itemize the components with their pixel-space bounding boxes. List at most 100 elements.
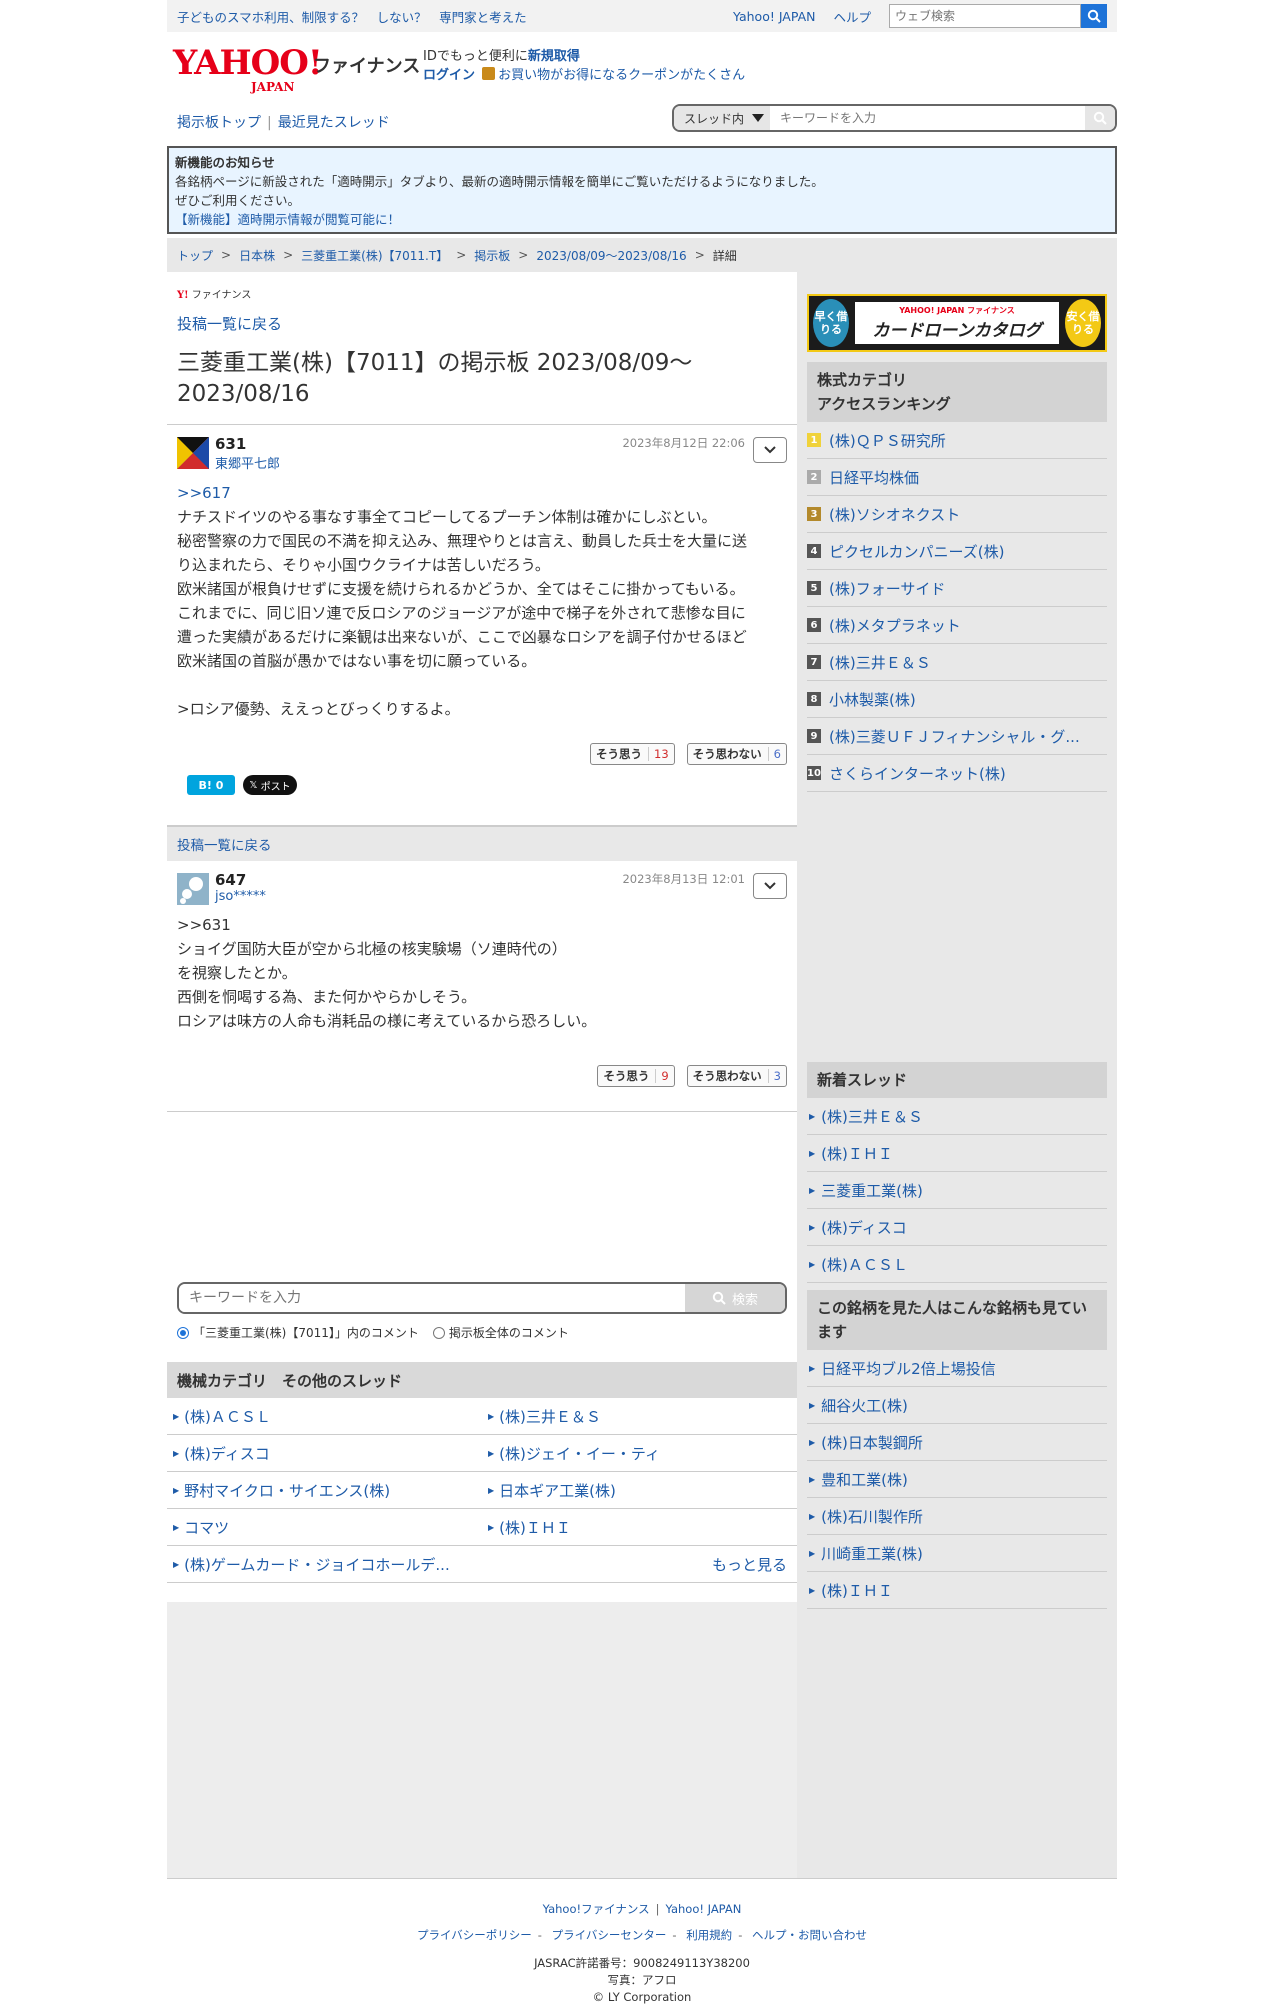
web-search (889, 4, 1107, 28)
also-viewed-link[interactable]: ▶ (株)ＩＨＩ (807, 1572, 1107, 1609)
new-thread-link[interactable]: ▶ 三菱重工業(株) (807, 1172, 1107, 1209)
x-post-button[interactable]: 𝕏 ポスト (243, 775, 297, 795)
web-search-button[interactable] (1081, 4, 1107, 28)
ranking-item-3[interactable]: 3 (株)ソシオネクスト (807, 496, 1107, 533)
crumb-period[interactable]: 2023/08/09〜2023/08/16 (536, 247, 686, 264)
ranking-item-7[interactable]: 7 (株)三井Ｅ＆Ｓ (807, 644, 1107, 681)
thread-link[interactable]: ▶ (株)三井Ｅ＆Ｓ (482, 1398, 797, 1435)
post-user[interactable]: jso***** (215, 889, 266, 904)
reaction-buttons: そう思う 9 そう思わない 3 (597, 1065, 787, 1087)
bottom-search-button[interactable]: 検索 (685, 1284, 785, 1312)
new-thread-link[interactable]: ▶ (株)ＡＣＳＬ (807, 1246, 1107, 1283)
board-search-input[interactable] (770, 106, 1085, 130)
jasrac: JASRAC許諾番号：9008249113Y38200 (534, 1956, 750, 1970)
post-menu-button[interactable] (753, 873, 787, 899)
ranking-item-1[interactable]: 1 (株)ＱＰＳ研究所 (807, 422, 1107, 459)
thread-link[interactable]: ▶ コマツ (167, 1509, 482, 1546)
radio-checked[interactable] (177, 1326, 189, 1339)
post-user[interactable]: 東郷平七郎 (215, 453, 280, 472)
promo-link[interactable]: 子どものスマホ利用、制限する？ しない？ 専門家と考えた (177, 7, 527, 26)
also-viewed-link[interactable]: ▶ 細谷火工(株) (807, 1387, 1107, 1424)
crumb-stock[interactable]: 三菱重工業(株)【7011.T】 (301, 247, 448, 264)
web-search-input[interactable] (889, 4, 1081, 28)
back-to-list-link[interactable]: 投稿一覧に戻る (177, 313, 797, 334)
footer-policy-links: プライバシーポリシー - プライバシーセンター - 利用規約 - ヘルプ・お問い合わせ (417, 1928, 867, 1942)
post-line: 欧米諸国が根負けせずに支援を続けられるかどうか、全てはそこに掛かってもいる。 (177, 580, 745, 598)
post-time: 2023年8月12日 22:06 (622, 436, 745, 450)
ranking-item-2[interactable]: 2 日経平均株価 (807, 459, 1107, 496)
recent-threads-link[interactable]: 最近見たスレッド (278, 115, 390, 131)
ranking-item-9[interactable]: 9 (株)三菱ＵＦＪフィナンシャル・グ... (807, 718, 1107, 755)
agree-button[interactable]: そう思う 9 (597, 1065, 675, 1087)
main-column: Y! ファイナンス 投稿一覧に戻る 三菱重工業(株)【7011】の掲示板 202… (167, 272, 797, 1583)
radio-unchecked[interactable] (432, 1326, 445, 1339)
footer-yahoo-link[interactable]: Yahoo! JAPAN (666, 1902, 742, 1916)
terms-link[interactable]: 利用規約 (686, 1928, 732, 1942)
help-link[interactable]: ヘルプ (833, 7, 871, 26)
ranking-item-10[interactable]: 10 さくらインターネット(株) (807, 755, 1107, 792)
radio-all-boards[interactable]: 掲示板全体のコメント (432, 1324, 569, 1341)
radio-this-board[interactable]: 「三菱重工業(株)【7011】」内のコメント (177, 1324, 419, 1341)
thread-link[interactable]: ▶ (株)ディスコ (167, 1435, 482, 1472)
register-link[interactable]: 新規取得 (528, 49, 580, 64)
bottom-search-input[interactable] (179, 1284, 685, 1312)
search-scope-select[interactable]: スレッド内 (674, 106, 770, 130)
disagree-button[interactable]: そう思わない 6 (686, 743, 787, 765)
more-threads-link[interactable]: もっと見る (482, 1546, 797, 1583)
crumb-board[interactable]: 掲示板 (474, 247, 510, 264)
yahoo-japan-link[interactable]: Yahoo! JAPAN (733, 9, 815, 24)
avatar (177, 873, 209, 905)
also-viewed-link[interactable]: ▶ 豊和工業(株) (807, 1461, 1107, 1498)
thread-link[interactable]: ▶ (株)ＩＨＩ (482, 1509, 797, 1546)
logo-service: ファイナンス (313, 56, 421, 77)
also-viewed-link[interactable]: ▶ (株)日本製鋼所 (807, 1424, 1107, 1461)
thread-link[interactable]: ▶ (株)ＡＣＳＬ (167, 1398, 482, 1435)
notice-link[interactable]: 【新機能】適時開示情報が閲覧可能に！ (175, 212, 400, 227)
privacy-policy-link[interactable]: プライバシーポリシー (417, 1928, 532, 1942)
crumb-jp-stock[interactable]: 日本株 (239, 247, 275, 264)
post-647: 647 jso***** 2023年8月13日 12:01 >>631 ショイグ… (167, 861, 797, 1111)
crumb-top[interactable]: トップ (177, 247, 213, 264)
hatena-bookmark-button[interactable]: B! 0 (187, 775, 235, 795)
thread-link[interactable]: ▶ 日本ギア工業(株) (482, 1472, 797, 1509)
post-body: >>617 ナチスドイツのやる事なす事全てコピーしてるプーチン体制は確かにしぶと… (177, 481, 747, 721)
board-top-link[interactable]: 掲示板トップ (177, 115, 261, 131)
thread-link[interactable]: ▶ 野村マイクロ・サイエンス(株) (167, 1472, 482, 1509)
post-body: >>631 ショイグ国防大臣が空から北極の核実験場（ソ連時代の） を視察したとか… (177, 913, 596, 1033)
help-contact-link[interactable]: ヘルプ・お問い合わせ (752, 1928, 867, 1942)
agree-button[interactable]: そう思う 13 (590, 743, 675, 765)
ad-center: YAHOO! JAPAN ファイナンス カードローンカタログ (855, 302, 1059, 344)
ad-brand: YAHOO! JAPAN ファイナンス (899, 306, 1015, 315)
also-viewed-link[interactable]: ▶ 日経平均ブル2倍上場投信 (807, 1350, 1107, 1387)
card-loan-ad-banner[interactable]: 早く借りる YAHOO! JAPAN ファイナンス カードローンカタログ 安く借… (807, 294, 1107, 352)
thread-link[interactable]: ▶ (株)ジェイ・イー・ティ (482, 1435, 797, 1472)
yahoo-finance-logo[interactable]: YAHOO! JAPAN ファイナンス (173, 46, 420, 94)
login-link[interactable]: ログイン (423, 68, 475, 83)
back-to-list-link[interactable]: 投稿一覧に戻る (177, 834, 272, 854)
also-viewed-link[interactable]: ▶ 川崎重工業(株) (807, 1535, 1107, 1572)
board-search-button[interactable] (1085, 106, 1115, 130)
also-viewed-link[interactable]: ▶ (株)石川製作所 (807, 1498, 1107, 1535)
ranking-item-6[interactable]: 6 (株)メタプラネット (807, 607, 1107, 644)
thread-link[interactable]: ▶ (株)ゲームカード・ジョイコホールデ... (167, 1546, 482, 1583)
avatar (177, 437, 209, 469)
disagree-button[interactable]: そう思わない 3 (686, 1065, 787, 1087)
ranking-item-5[interactable]: 5 (株)フォーサイド (807, 570, 1107, 607)
new-thread-link[interactable]: ▶ (株)ディスコ (807, 1209, 1107, 1246)
other-threads: 機械カテゴリ その他のスレッド ▶ (株)ＡＣＳＬ ▶ (株)三井Ｅ＆Ｓ ▶ (株)デ… (167, 1362, 797, 1583)
back-to-list-bar[interactable]: 投稿一覧に戻る (167, 825, 797, 861)
ranking-item-8[interactable]: 8 小林製薬(株) (807, 681, 1107, 718)
new-thread-link[interactable]: ▶ (株)三井Ｅ＆Ｓ (807, 1098, 1107, 1135)
new-feature-notice: 新機能のお知らせ 各銘柄ページに新設された「適時開示」タブより、最新の適時開示情… (167, 146, 1117, 234)
footer-finance-link[interactable]: Yahoo!ファイナンス (543, 1902, 650, 1916)
post-menu-button[interactable] (753, 437, 787, 463)
privacy-center-link[interactable]: プライバシーセンター (552, 1928, 667, 1942)
ranking-item-4[interactable]: 4 ピクセルカンパニーズ(株) (807, 533, 1107, 570)
dropdown-arrow-icon (752, 114, 765, 122)
coupon-link[interactable]: お買い物がお得になるクーポンがたくさん (498, 68, 745, 83)
reply-link[interactable]: >>617 (177, 484, 231, 502)
new-thread-link[interactable]: ▶ (株)ＩＨＩ (807, 1135, 1107, 1172)
post-line: 西側を恫喝する為、また何かやらかしそう。 (177, 988, 477, 1006)
post-line: ナチスドイツのやる事なす事全てコピーしてるプーチン体制は確かにしぶとい。 (177, 508, 717, 526)
